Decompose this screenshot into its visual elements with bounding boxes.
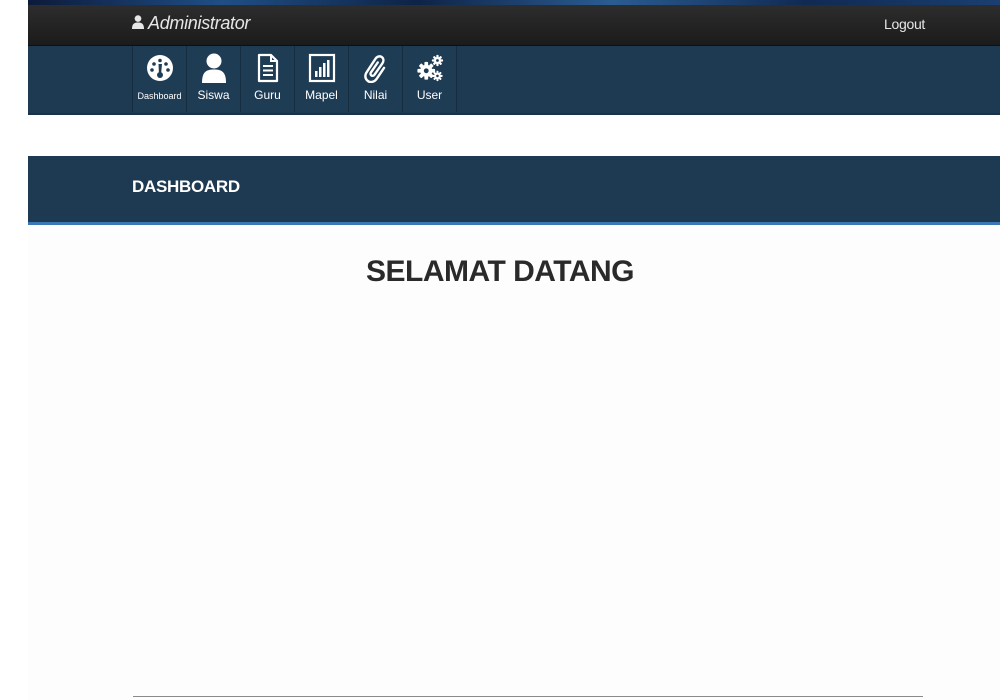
paperclip-icon xyxy=(362,53,390,83)
footer-divider xyxy=(133,696,923,697)
dashboard-gauge-icon xyxy=(146,53,174,83)
nav-item-dashboard[interactable]: Dashboard xyxy=(133,46,187,112)
main-nav: Dashboard Siswa Guru Mapel Nilai User xyxy=(132,46,457,112)
nav-label-mapel: Mapel xyxy=(305,88,338,102)
user-icon xyxy=(132,13,144,34)
nav-label-dashboard: Dashboard xyxy=(137,91,182,101)
nav-label-guru: Guru xyxy=(254,88,281,102)
nav-label-user: User xyxy=(416,88,443,102)
nav-label-siswa: Siswa xyxy=(197,88,230,102)
user-icon xyxy=(200,53,228,83)
page: Administrator Logout Dashboard Siswa Gur… xyxy=(28,0,1000,700)
left-gutter xyxy=(0,0,28,700)
nav-band-shade xyxy=(28,113,1000,115)
brand-label: Administrator xyxy=(148,13,251,33)
brand[interactable]: Administrator xyxy=(132,13,250,34)
section-header: DASHBOARD xyxy=(28,156,1000,225)
spacer xyxy=(28,117,1000,156)
top-navbar: Administrator Logout xyxy=(28,5,1000,46)
bar-chart-icon xyxy=(308,53,336,83)
page-title: DASHBOARD xyxy=(132,177,240,196)
logout-link[interactable]: Logout xyxy=(884,16,925,32)
nav-item-nilai[interactable]: Nilai xyxy=(349,46,403,112)
nav-band: Dashboard Siswa Guru Mapel Nilai User xyxy=(28,46,1000,115)
document-icon xyxy=(254,53,282,83)
welcome-heading: SELAMAT DATANG xyxy=(366,255,634,288)
nav-item-mapel[interactable]: Mapel xyxy=(295,46,349,112)
nav-label-nilai: Nilai xyxy=(363,88,388,102)
gears-icon xyxy=(416,53,444,83)
nav-item-siswa[interactable]: Siswa xyxy=(187,46,241,112)
nav-item-guru[interactable]: Guru xyxy=(241,46,295,112)
nav-item-user[interactable]: User xyxy=(403,46,457,112)
